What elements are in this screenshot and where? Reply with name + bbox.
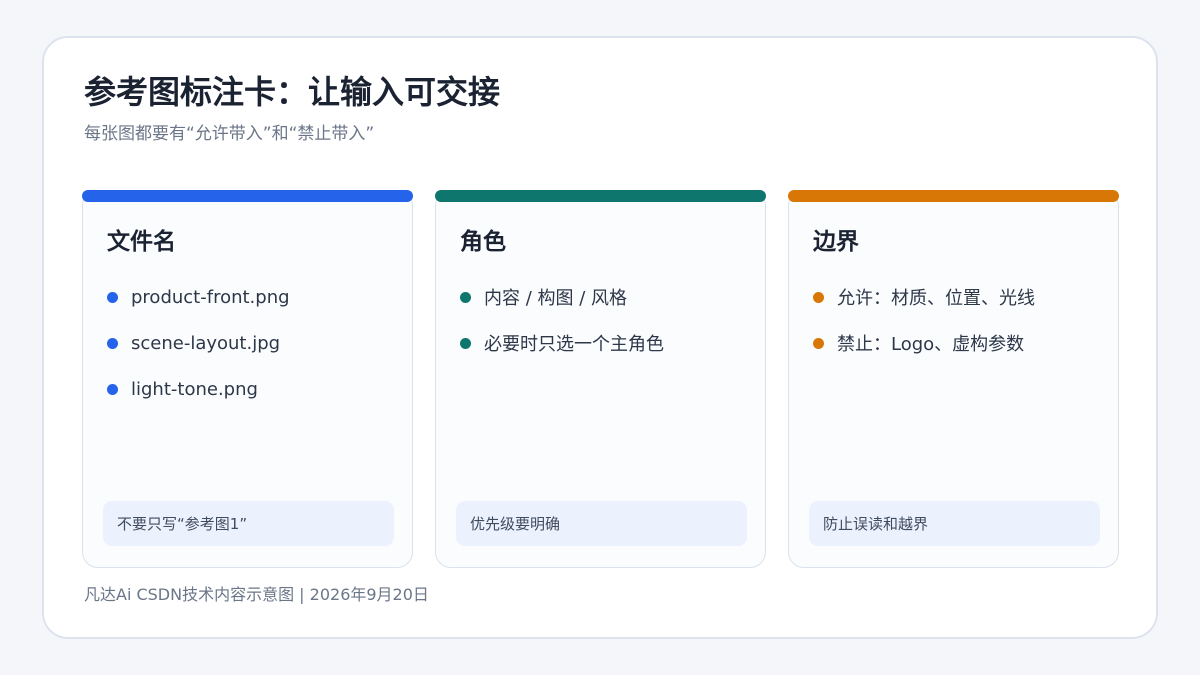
list-item: 禁止：Logo、虚构参数 [813, 329, 1035, 357]
bullet-dot-icon [460, 291, 471, 303]
list-item: light-tone.png [107, 375, 290, 403]
bullet-dot-icon [107, 383, 118, 395]
bullet-dot-icon [107, 337, 118, 349]
panel-item-list: 内容 / 构图 / 风格 必要时只选一个主角色 [460, 283, 664, 375]
page-title: 参考图标注卡：让输入可交接 [84, 73, 501, 111]
panel-title: 边界 [813, 229, 859, 255]
page-subtitle: 每张图都要有“允许带入”和“禁止带入” [84, 124, 375, 144]
bullet-dot-icon [813, 291, 824, 303]
panel-role: 角色 内容 / 构图 / 风格 必要时只选一个主角色 优先级要明确 [435, 190, 766, 568]
panel-title: 角色 [460, 229, 506, 255]
list-item: 必要时只选一个主角色 [460, 329, 664, 357]
panel-title: 文件名 [107, 229, 176, 255]
list-item: 内容 / 构图 / 风格 [460, 283, 664, 311]
bullet-dot-icon [813, 337, 824, 349]
list-item-text: 必要时只选一个主角色 [484, 334, 664, 355]
list-item-text: scene-layout.jpg [131, 332, 281, 354]
panel-accent-bar [788, 190, 1119, 202]
list-item: product-front.png [107, 283, 290, 311]
panel-note: 优先级要明确 [456, 501, 747, 546]
panel-note: 防止误读和越界 [809, 501, 1100, 546]
panel-accent-bar [82, 190, 413, 202]
list-item-text: 内容 / 构图 / 风格 [484, 288, 628, 309]
bullet-dot-icon [107, 291, 118, 303]
annotation-card: 参考图标注卡：让输入可交接 每张图都要有“允许带入”和“禁止带入” 文件名 pr… [42, 36, 1158, 639]
list-item-text: product-front.png [131, 286, 290, 308]
panel-boundary: 边界 允许：材质、位置、光线 禁止：Logo、虚构参数 防止误读和越界 [788, 190, 1119, 568]
list-item-text: light-tone.png [131, 378, 258, 400]
panel-accent-bar [435, 190, 766, 202]
panel-note: 不要只写“参考图1” [103, 501, 394, 546]
footer-caption: 凡达Ai CSDN技术内容示意图 | 2026年9月20日 [84, 585, 429, 604]
panel-item-list: product-front.png scene-layout.jpg light… [107, 283, 290, 421]
list-item: scene-layout.jpg [107, 329, 290, 357]
panel-item-list: 允许：材质、位置、光线 禁止：Logo、虚构参数 [813, 283, 1035, 375]
panel-filename: 文件名 product-front.png scene-layout.jpg l… [82, 190, 413, 568]
list-item-text: 允许：材质、位置、光线 [837, 288, 1035, 309]
list-item-text: 禁止：Logo、虚构参数 [837, 334, 1025, 355]
list-item: 允许：材质、位置、光线 [813, 283, 1035, 311]
bullet-dot-icon [460, 337, 471, 349]
